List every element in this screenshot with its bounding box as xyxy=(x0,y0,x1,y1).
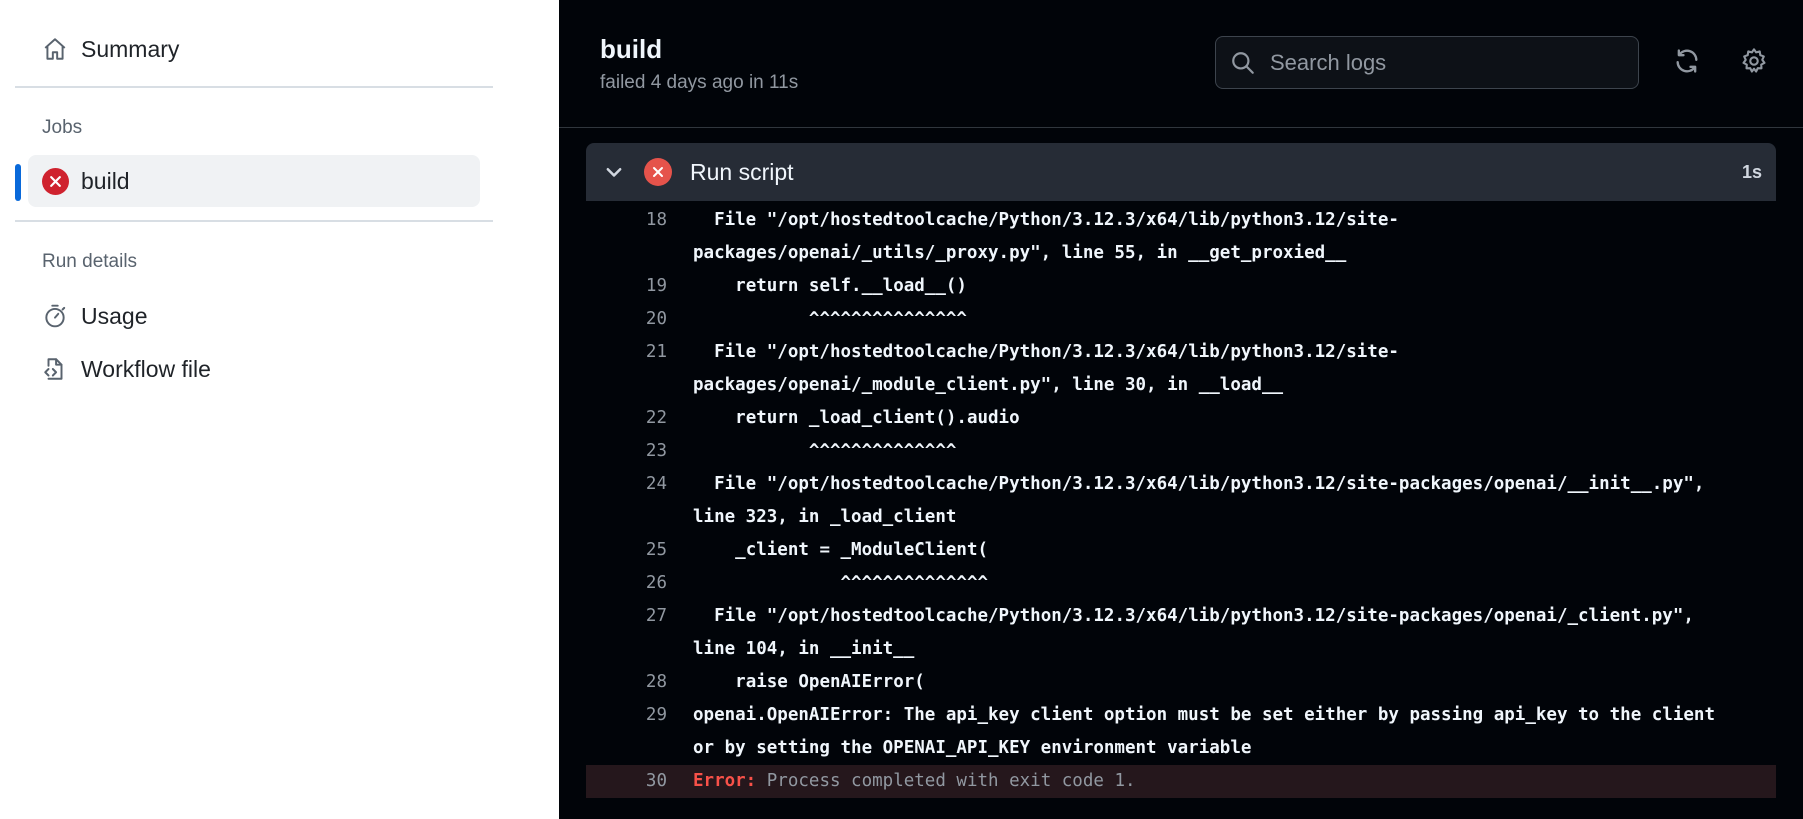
sidebar-item-label: Usage xyxy=(81,302,148,329)
log-text: raise OpenAIError( xyxy=(693,672,925,692)
log-text: return _load_client().audio xyxy=(693,408,1020,428)
error-message: Process completed with exit code 1. xyxy=(766,771,1136,791)
log-text: File "/opt/hostedtoolcache/Python/3.12.3… xyxy=(693,210,1399,263)
x-circle-icon xyxy=(41,167,69,195)
log-line: 29 openai.OpenAIError: The api_key client… xyxy=(586,699,1776,765)
divider xyxy=(15,220,493,222)
sidebar-item-build-job[interactable]: build xyxy=(28,155,480,207)
sidebar-item-label: Workflow file xyxy=(81,355,211,382)
log-line: 28 raise OpenAIError( xyxy=(586,666,1776,699)
sidebar-item-summary[interactable]: Summary xyxy=(28,23,480,75)
line-number[interactable]: 30 xyxy=(586,765,667,798)
line-number[interactable]: 18 xyxy=(586,204,667,270)
line-number[interactable]: 25 xyxy=(586,534,667,567)
log-text: ^^^^^^^^^^^^^^ xyxy=(693,573,989,593)
active-indicator xyxy=(15,164,21,201)
log-text: openai.OpenAIError: The api_key client o… xyxy=(693,705,1715,758)
log-line-error: 30 Error: Process completed with exit cod… xyxy=(586,765,1776,798)
sidebar-item-label: build xyxy=(81,167,130,194)
log-line: 19 return self.__load__() xyxy=(586,270,1776,303)
step-name: Run script xyxy=(690,158,794,185)
search-icon xyxy=(1230,50,1256,76)
log-line: 23 ^^^^^^^^^^^^^^ xyxy=(586,435,1776,468)
log-text: return self.__load__() xyxy=(693,276,967,296)
log-text: ^^^^^^^^^^^^^^ xyxy=(693,441,957,461)
search-input[interactable] xyxy=(1270,49,1630,76)
jobs-heading: Jobs xyxy=(42,117,83,138)
job-status: failed 4 days ago in 11s xyxy=(600,72,799,93)
log-line: 24 File "/opt/hostedtoolcache/Python/3.1… xyxy=(586,468,1776,534)
job-header: build failed 4 days ago in 11s xyxy=(559,0,1803,128)
log-text: File "/opt/hostedtoolcache/Python/3.12.3… xyxy=(693,342,1399,395)
log-text: File "/opt/hostedtoolcache/Python/3.12.3… xyxy=(693,474,1705,527)
sidebar-item-workflow-file[interactable]: Workflow file xyxy=(28,343,480,395)
page-title: build xyxy=(600,34,663,64)
line-number[interactable]: 24 xyxy=(586,468,667,534)
sync-icon xyxy=(1673,47,1701,80)
divider xyxy=(15,86,493,88)
line-number[interactable]: 19 xyxy=(586,270,667,303)
line-number[interactable]: 21 xyxy=(586,336,667,402)
refresh-button[interactable] xyxy=(1670,46,1704,80)
line-number[interactable]: 27 xyxy=(586,600,667,666)
sidebar-item-usage[interactable]: Usage xyxy=(28,290,480,342)
line-number[interactable]: 22 xyxy=(586,402,667,435)
line-number[interactable]: 23 xyxy=(586,435,667,468)
gear-icon xyxy=(1740,47,1768,80)
home-icon xyxy=(41,35,69,63)
step-duration: 1s xyxy=(1741,161,1762,182)
run-details-heading: Run details xyxy=(42,251,138,272)
x-circle-icon xyxy=(644,158,672,186)
line-number[interactable]: 29 xyxy=(586,699,667,765)
log-text: Error: Process completed with exit code … xyxy=(693,765,1773,798)
line-number[interactable]: 20 xyxy=(586,303,667,336)
settings-button[interactable] xyxy=(1737,46,1771,80)
log-text: ^^^^^^^^^^^^^^^ xyxy=(693,309,967,329)
log-line: 18 File "/opt/hostedtoolcache/Python/3.1… xyxy=(586,204,1776,270)
line-number[interactable]: 28 xyxy=(586,666,667,699)
file-code-icon xyxy=(41,355,69,383)
log-text: File "/opt/hostedtoolcache/Python/3.12.3… xyxy=(693,606,1694,659)
error-label: Error: xyxy=(693,771,757,791)
log-line: 20 ^^^^^^^^^^^^^^^ xyxy=(586,303,1776,336)
log-line: 27 File "/opt/hostedtoolcache/Python/3.1… xyxy=(586,600,1776,666)
search-logs[interactable] xyxy=(1215,36,1639,89)
log-line: 21 File "/opt/hostedtoolcache/Python/3.1… xyxy=(586,336,1776,402)
step-run-script[interactable]: Run script 1s xyxy=(586,143,1776,201)
log-line: 22 return _load_client().audio xyxy=(586,402,1776,435)
log-line: 26 ^^^^^^^^^^^^^^ xyxy=(586,567,1776,600)
chevron-down-icon[interactable] xyxy=(600,158,628,186)
log-line: 25 _client = _ModuleClient( xyxy=(586,534,1776,567)
sidebar: Summary Jobs build Run details Usage Wor… xyxy=(0,0,559,819)
line-number[interactable]: 26 xyxy=(586,567,667,600)
log-text: _client = _ModuleClient( xyxy=(693,540,989,560)
sidebar-item-label: Summary xyxy=(81,35,180,62)
log-panel: 18 File "/opt/hostedtoolcache/Python/3.1… xyxy=(559,0,1803,819)
log-output: 18 File "/opt/hostedtoolcache/Python/3.1… xyxy=(586,204,1776,798)
stopwatch-icon xyxy=(41,302,69,330)
